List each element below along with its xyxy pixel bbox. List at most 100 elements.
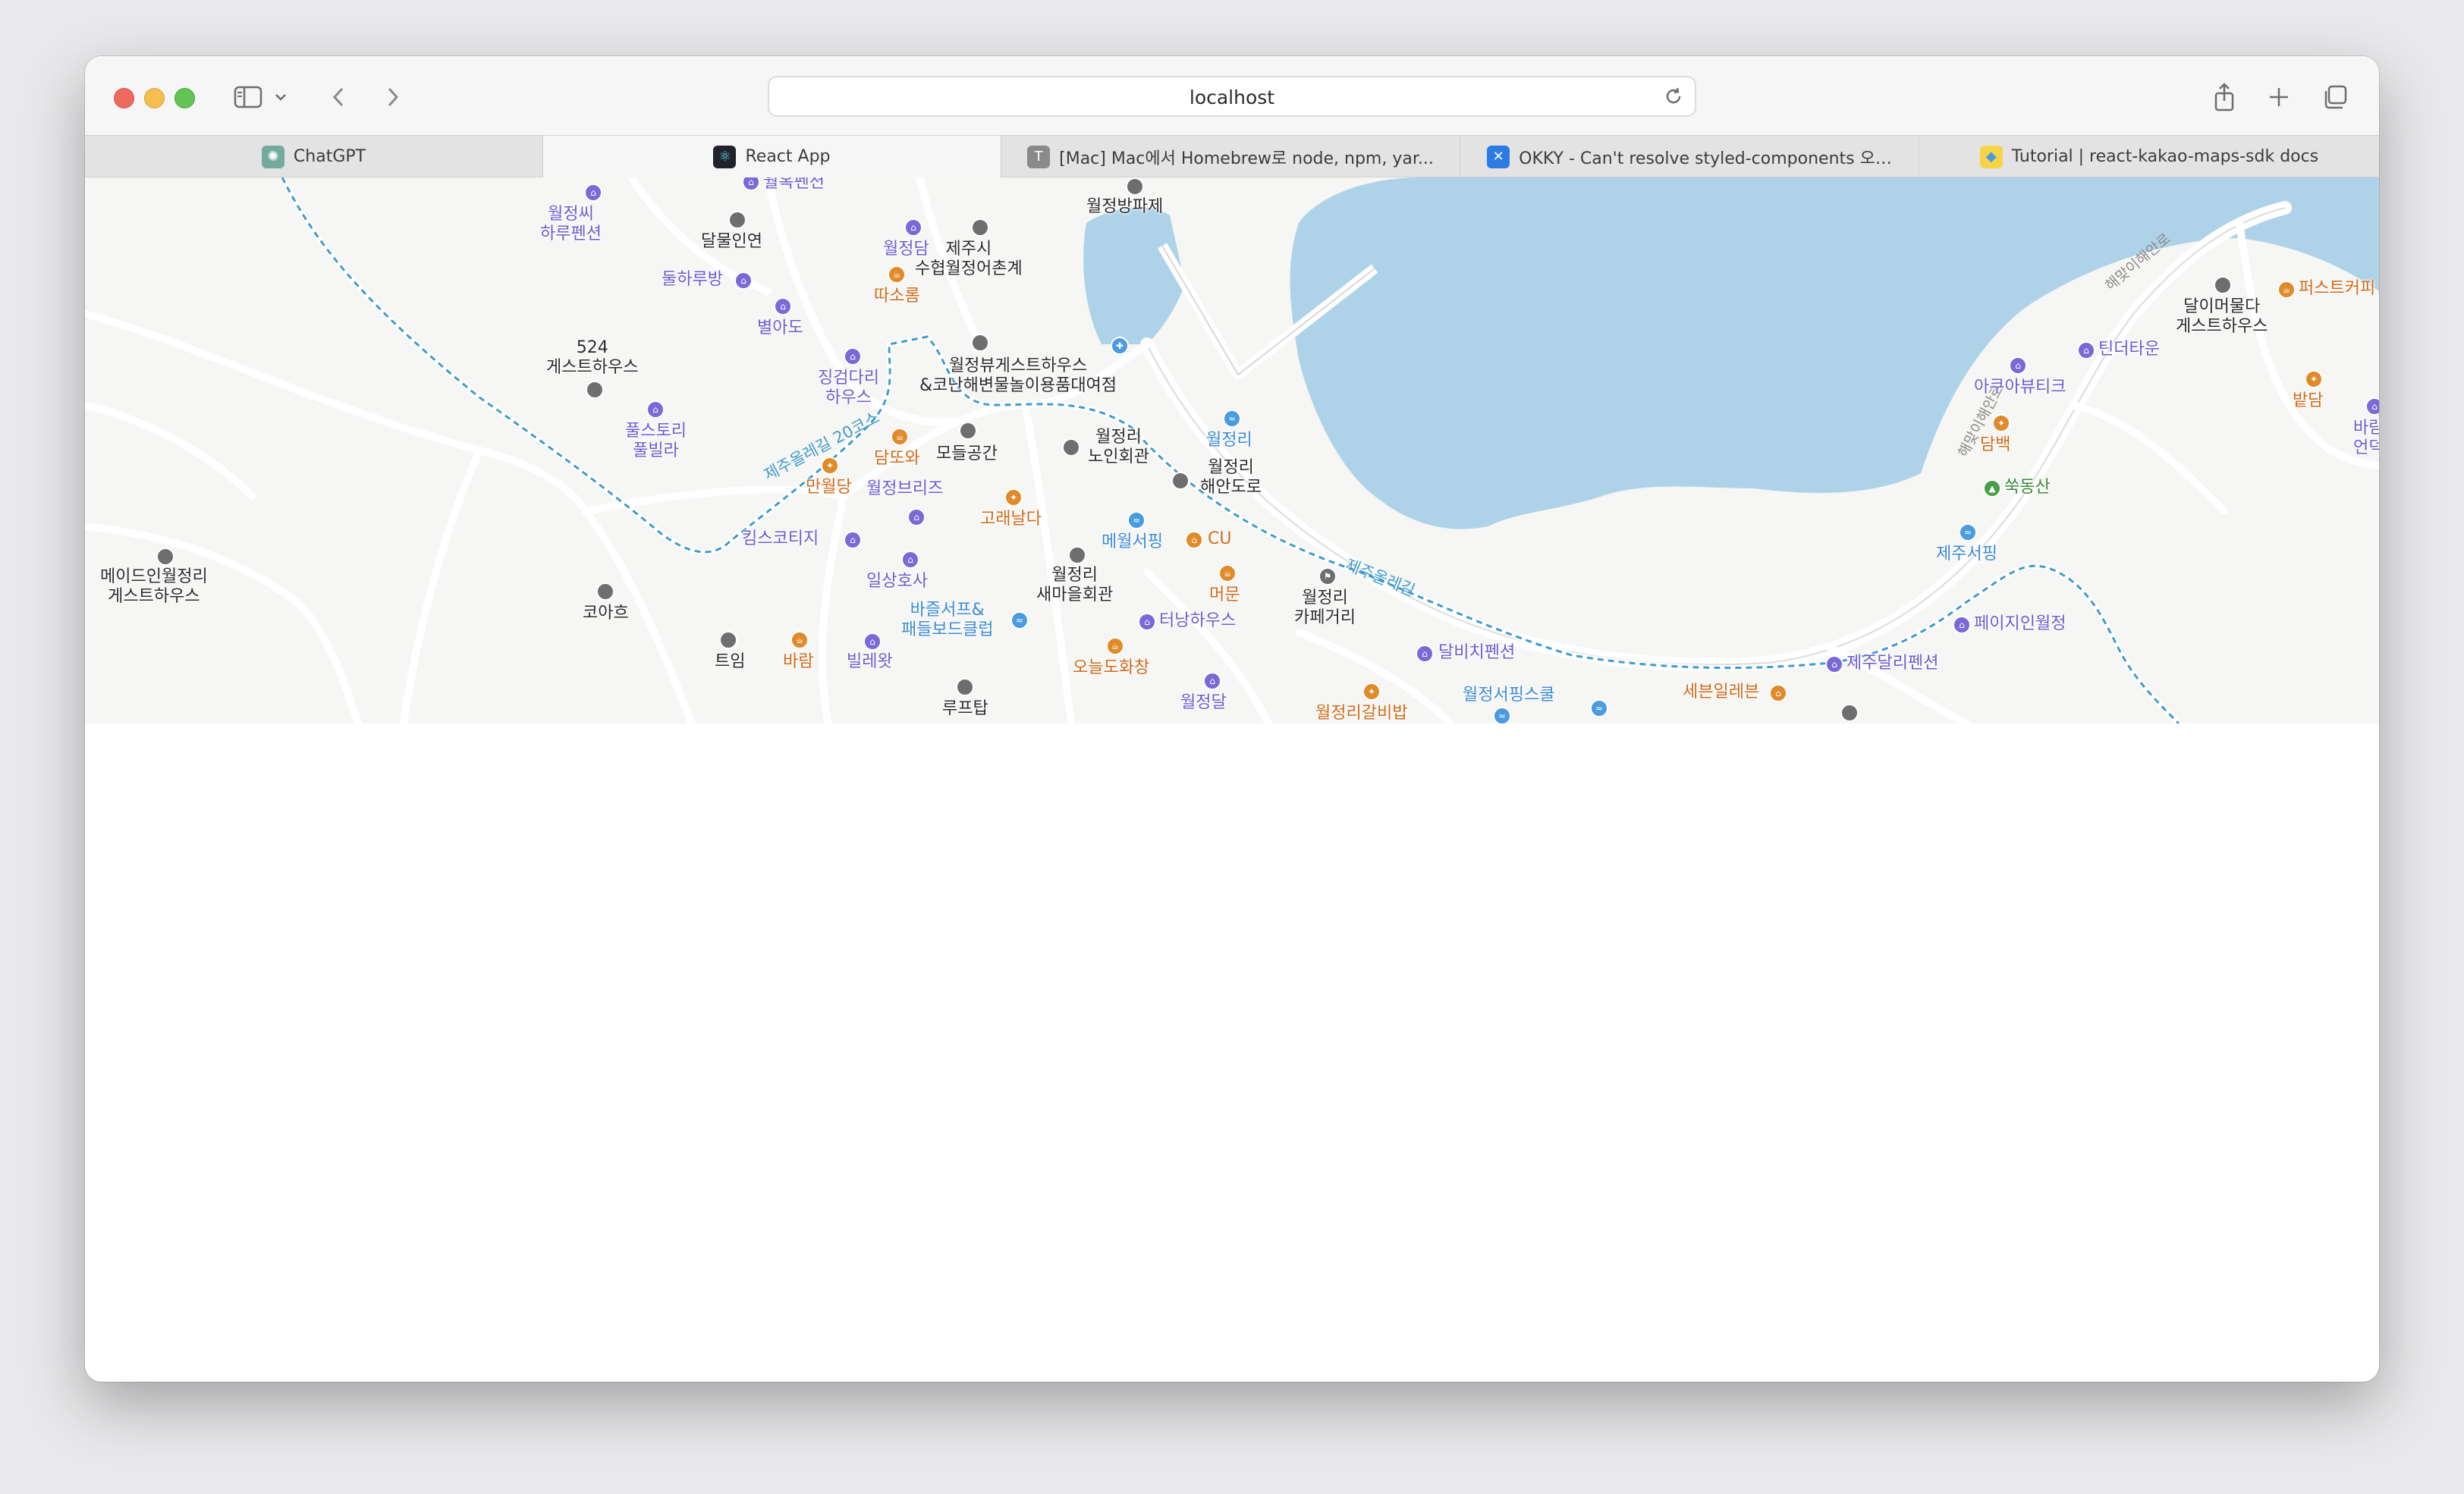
place-pin-icon[interactable] bbox=[586, 381, 604, 399]
poi-label[interactable]: 모들공간 bbox=[936, 444, 998, 464]
poi-label[interactable]: 월정서핑스쿨 bbox=[1463, 686, 1554, 705]
convenience-store-pin-icon[interactable]: ⌂ bbox=[1769, 684, 1787, 702]
poi-label[interactable]: 월정브리즈 bbox=[866, 479, 943, 499]
poi-label[interactable]: 월정리 카페거리 bbox=[1294, 588, 1356, 628]
address-bar[interactable]: localhost bbox=[768, 76, 1696, 117]
poi-label[interactable]: 따소롬 bbox=[874, 287, 920, 306]
poi-label[interactable]: 바람 bbox=[783, 652, 813, 672]
tab-react-app[interactable]: ⚛ React App bbox=[543, 136, 1001, 177]
lodging-pin-icon[interactable]: ⌂ bbox=[904, 218, 922, 237]
poi-label[interactable]: 월정리 노인회관 bbox=[1088, 428, 1149, 467]
poi-label[interactable]: 코아흐 bbox=[583, 604, 629, 623]
poi-label[interactable]: 월정리 새마을회관 bbox=[1036, 566, 1113, 605]
restaurant-pin-icon[interactable]: ✦ bbox=[1992, 414, 2010, 432]
place-pin-icon[interactable] bbox=[1068, 546, 1086, 564]
place-pin-icon[interactable] bbox=[1126, 177, 1144, 196]
tab-overview-icon[interactable] bbox=[2320, 79, 2350, 115]
poi-label[interactable]: 밭담 bbox=[2293, 391, 2323, 411]
tab-okky[interactable]: ✕ OKKY - Can't resolve styled-components… bbox=[1460, 136, 1919, 177]
poi-label[interactable]: 트임 bbox=[715, 652, 745, 672]
cafe-pin-icon[interactable]: ☕ bbox=[1218, 564, 1237, 582]
lodging-pin-icon[interactable]: ⌂ bbox=[2077, 341, 2095, 359]
forward-icon[interactable] bbox=[379, 79, 407, 115]
poi-label[interactable]: 만월당 bbox=[806, 478, 852, 497]
poi-label[interactable]: 메이드인월정리 게스트하우스 bbox=[100, 567, 208, 607]
poi-label[interactable]: 아쿠아뷰티크 bbox=[1974, 378, 2066, 397]
minimize-window-button[interactable] bbox=[144, 88, 165, 108]
poi-label[interactable]: 담또와 bbox=[874, 449, 920, 469]
surfing-pin-icon[interactable]: ≈ bbox=[1590, 699, 1608, 717]
lodging-pin-icon[interactable]: ⌂ bbox=[907, 508, 926, 526]
share-icon[interactable] bbox=[2209, 79, 2239, 115]
poi-label[interactable]: 둘하루방 bbox=[662, 270, 723, 290]
poi-label[interactable]: 담백 bbox=[1980, 435, 2010, 455]
place-pin-icon[interactable] bbox=[971, 218, 989, 237]
poi-label[interactable]: 징검다리 하우스 bbox=[818, 369, 879, 408]
poi-label[interactable]: 월정뷰게스트하우스 &코난해변물놀이용품대여점 bbox=[919, 356, 1117, 396]
chevron-down-icon[interactable] bbox=[272, 79, 290, 115]
tab-homebrew-post[interactable]: T [Mac] Mac에서 Homebrew로 node, npm, yar..… bbox=[1001, 136, 1460, 177]
lodging-pin-icon[interactable]: ⌂ bbox=[1953, 616, 1971, 634]
restaurant-pin-icon[interactable]: ✦ bbox=[2305, 370, 2323, 388]
place-pin-icon[interactable] bbox=[956, 678, 974, 696]
kakao-map[interactable]: 제주올레길 20코스 제주올레길 해맞이해안로 해맞이해안로 ⌂ 월정씨 하루펜션… bbox=[85, 177, 2379, 723]
poi-label[interactable]: 킴스코티지 bbox=[742, 529, 819, 549]
poi-label[interactable]: 제주시 수협월정어촌계 bbox=[915, 240, 1023, 279]
poi-label[interactable]: 메월서핑 bbox=[1102, 532, 1163, 552]
surfing-pin-icon[interactable]: ≈ bbox=[1127, 511, 1146, 529]
place-pin-icon[interactable] bbox=[728, 211, 746, 229]
lodging-pin-icon[interactable]: ⌂ bbox=[774, 297, 792, 315]
poi-label[interactable]: 오늘도화창 bbox=[1073, 658, 1149, 678]
surfing-pin-icon[interactable]: ≈ bbox=[1010, 611, 1029, 629]
poi-label[interactable]: 524 게스트하우스 bbox=[546, 338, 638, 378]
poi-label[interactable]: 빌레왓 bbox=[847, 652, 893, 672]
poi-label[interactable]: 머문 bbox=[1209, 585, 1240, 605]
lodging-pin-icon[interactable]: ⌂ bbox=[1203, 672, 1221, 690]
surfing-pin-icon[interactable]: ≈ bbox=[1493, 707, 1511, 723]
restaurant-pin-icon[interactable]: ✦ bbox=[1362, 683, 1381, 701]
lodging-pin-icon[interactable]: ⌂ bbox=[646, 400, 665, 419]
restaurant-pin-icon[interactable]: ✦ bbox=[821, 457, 839, 475]
lodging-pin-icon[interactable]: ⌂ bbox=[2365, 397, 2379, 416]
restaurant-pin-icon[interactable]: ✦ bbox=[1004, 488, 1023, 507]
poi-label[interactable]: 페이지인월정 bbox=[1974, 614, 2066, 634]
cafe-pin-icon[interactable]: ☕ bbox=[1106, 637, 1124, 655]
poi-label[interactable]: 월정리 bbox=[1206, 431, 1252, 450]
surfing-pin-icon[interactable]: ≈ bbox=[1959, 523, 1977, 541]
place-pin-icon[interactable] bbox=[596, 582, 614, 601]
poi-label[interactable]: 루프탑 bbox=[942, 699, 988, 719]
reload-icon[interactable] bbox=[1663, 86, 1684, 110]
viewpoint-pin-icon[interactable] bbox=[1171, 472, 1190, 490]
lodging-pin-icon[interactable]: ⌂ bbox=[901, 551, 919, 569]
tab-kakao-maps-docs[interactable]: ◆ Tutorial | react-kakao-maps-sdk docs bbox=[1919, 136, 2379, 177]
cafe-pin-icon[interactable]: ☕ bbox=[888, 265, 906, 284]
poi-label[interactable]: 제주서핑 bbox=[1936, 545, 1997, 564]
poi-label[interactable]: 월정리갈비밥 bbox=[1315, 704, 1407, 723]
poi-label[interactable]: 제주달리펜션 bbox=[1846, 654, 1938, 673]
cafe-pin-icon[interactable]: ☕ bbox=[2277, 281, 2296, 299]
tab-chatgpt[interactable]: ✺ ChatGPT bbox=[85, 136, 543, 177]
maximize-window-button[interactable] bbox=[174, 88, 195, 108]
poi-label[interactable]: 쑥동산 bbox=[2004, 478, 2051, 497]
cafe-pin-icon[interactable]: ☕ bbox=[891, 428, 909, 446]
beach-pin-icon[interactable]: ≈ bbox=[1223, 410, 1241, 428]
toilet-pin-icon[interactable]: ✚ bbox=[1111, 337, 1129, 355]
poi-label[interactable]: 월정리 해안도로 bbox=[1200, 458, 1262, 497]
lodging-pin-icon[interactable]: ⌂ bbox=[2009, 356, 2027, 375]
poi-label[interactable]: 월옥펜션 bbox=[763, 177, 825, 193]
cafe-pin-icon[interactable]: ☕ bbox=[790, 631, 809, 649]
place-pin-icon[interactable] bbox=[1840, 704, 1859, 722]
poi-label[interactable]: 달물인연 bbox=[701, 232, 762, 252]
poi-label[interactable]: 월정방파제 bbox=[1086, 197, 1163, 217]
place-pin-icon[interactable] bbox=[2214, 276, 2232, 294]
mountain-pin-icon[interactable]: ▲ bbox=[1983, 479, 2001, 497]
poi-label[interactable]: 퍼스트커피 bbox=[2299, 279, 2375, 299]
convenience-store-pin-icon[interactable]: ⌂ bbox=[1185, 531, 1203, 549]
poi-label[interactable]: 월정씨 하루펜션 bbox=[540, 205, 602, 244]
place-pin-icon[interactable] bbox=[971, 334, 989, 352]
poi-label[interactable]: CU bbox=[1208, 529, 1231, 549]
place-pin-icon[interactable] bbox=[959, 422, 977, 440]
sidebar-toggle-icon[interactable] bbox=[231, 79, 266, 115]
new-tab-icon[interactable] bbox=[2264, 79, 2294, 115]
poi-label[interactable]: 고래날다 bbox=[980, 510, 1042, 529]
